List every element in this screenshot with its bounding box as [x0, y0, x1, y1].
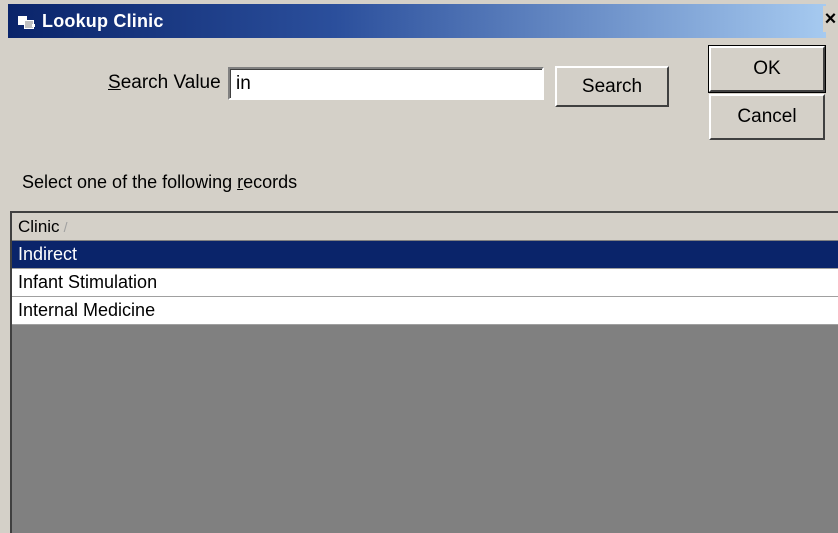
- table-row[interactable]: Infant Stimulation: [12, 269, 838, 297]
- cancel-button[interactable]: Cancel: [709, 94, 825, 140]
- instruction-label: Select one of the following records: [22, 172, 297, 193]
- row-label: Infant Stimulation: [18, 272, 158, 292]
- search-label-accel: S: [108, 72, 121, 93]
- search-label-rest: earch Value: [120, 72, 221, 93]
- close-icon[interactable]: ×: [823, 6, 838, 32]
- row-label: Internal Medicine: [18, 300, 156, 320]
- records-grid[interactable]: Clinic / Indirect Infant Stimulation Int…: [10, 211, 838, 533]
- search-button[interactable]: Search: [555, 66, 669, 107]
- table-row[interactable]: Internal Medicine: [12, 297, 838, 325]
- instruction-prefix: Select one of the following: [22, 172, 238, 192]
- column-header-clinic[interactable]: Clinic /: [12, 213, 838, 241]
- search-input[interactable]: [228, 67, 544, 100]
- app-icon: [18, 14, 36, 29]
- window-title: Lookup Clinic: [42, 10, 164, 31]
- search-value-label: Search Value: [108, 72, 221, 94]
- column-header-label: Clinic: [18, 216, 60, 236]
- instruction-rest: ecords: [243, 172, 298, 192]
- sort-ascending-icon: /: [63, 218, 68, 235]
- ok-button[interactable]: OK: [708, 45, 826, 93]
- table-row[interactable]: Indirect: [12, 241, 838, 269]
- row-label: Indirect: [18, 244, 78, 264]
- title-bar: Lookup Clinic: [8, 4, 826, 38]
